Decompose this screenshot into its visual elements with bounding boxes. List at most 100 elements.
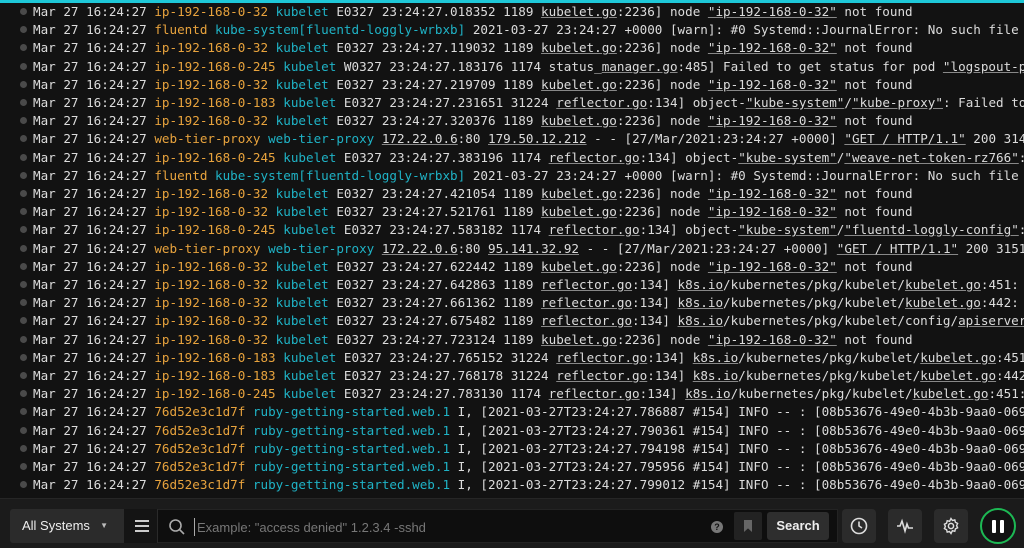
log-message-link[interactable]: "ip-192-168-0-32" bbox=[708, 332, 837, 347]
log-program[interactable]: kubelet bbox=[276, 4, 329, 19]
menu-button[interactable] bbox=[124, 509, 158, 543]
log-host[interactable]: ip-192-168-0-32 bbox=[154, 77, 268, 92]
log-row[interactable]: Mar 27 16:24:27 ip-192-168-0-245 kubelet… bbox=[0, 58, 1024, 76]
log-message-link[interactable]: k8s.io bbox=[678, 277, 724, 292]
log-row[interactable]: Mar 27 16:24:27 ip-192-168-0-32 kubelet … bbox=[0, 76, 1024, 94]
pause-button[interactable] bbox=[980, 508, 1016, 544]
log-program[interactable]: kubelet bbox=[276, 113, 329, 128]
row-dot-icon[interactable] bbox=[20, 26, 27, 34]
log-message-link[interactable]: "ip-192-168-0-32" bbox=[708, 186, 837, 201]
log-message-link[interactable]: k8s.io bbox=[685, 386, 731, 401]
system-select[interactable]: All Systems ▼ bbox=[10, 509, 124, 543]
log-row[interactable]: Mar 27 16:24:27 ip-192-168-0-245 kubelet… bbox=[0, 221, 1024, 239]
log-host[interactable]: ip-192-168-0-183 bbox=[154, 368, 275, 383]
row-dot-icon[interactable] bbox=[20, 444, 27, 452]
log-message-link[interactable]: "GET / HTTP/1.1" bbox=[844, 131, 965, 146]
log-program[interactable]: kubelet bbox=[276, 277, 329, 292]
log-message-link[interactable]: k8s.io bbox=[693, 368, 739, 383]
log-program[interactable]: kubelet bbox=[276, 313, 329, 328]
row-dot-icon[interactable] bbox=[20, 44, 27, 52]
log-row[interactable]: Mar 27 16:24:27 ip-192-168-0-32 kubelet … bbox=[0, 276, 1024, 294]
log-host[interactable]: ip-192-168-0-32 bbox=[154, 4, 268, 19]
log-row[interactable]: Mar 27 16:24:27 web-tier-proxy web-tier-… bbox=[0, 130, 1024, 148]
log-message-link[interactable]: kubelet.go bbox=[905, 277, 981, 292]
log-row[interactable]: Mar 27 16:24:27 76d52e3c1d7f ruby-gettin… bbox=[0, 476, 1024, 494]
log-program[interactable]: kubelet bbox=[283, 222, 336, 237]
log-message-link[interactable]: reflector.go bbox=[541, 277, 632, 292]
bookmark-icon[interactable] bbox=[734, 512, 762, 540]
row-dot-icon[interactable] bbox=[20, 463, 27, 470]
log-host[interactable]: fluentd bbox=[154, 168, 207, 183]
log-program[interactable]: kubelet bbox=[276, 295, 329, 310]
log-row[interactable]: Mar 27 16:24:27 ip-192-168-0-183 kubelet… bbox=[0, 367, 1024, 385]
log-message-link[interactable]: reflector.go bbox=[556, 368, 647, 383]
log-message-link[interactable]: "ip-192-168-0-32" bbox=[708, 77, 837, 92]
log-message-link[interactable]: kubelet.go bbox=[541, 113, 617, 128]
row-dot-icon[interactable] bbox=[20, 208, 27, 216]
log-row[interactable]: Mar 27 16:24:27 fluentd kube-system[flue… bbox=[0, 21, 1024, 39]
log-host[interactable]: ip-192-168-0-245 bbox=[154, 59, 275, 74]
log-row[interactable]: Mar 27 16:24:27 ip-192-168-0-32 kubelet … bbox=[0, 294, 1024, 312]
log-host[interactable]: 76d52e3c1d7f bbox=[154, 404, 245, 419]
log-host[interactable]: ip-192-168-0-32 bbox=[154, 313, 268, 328]
log-program[interactable]: kubelet bbox=[283, 59, 336, 74]
log-message-link[interactable]: kubelet.go bbox=[541, 259, 617, 274]
log-message-link[interactable]: "ip-192-168-0-32" bbox=[708, 204, 837, 219]
log-row[interactable]: Mar 27 16:24:27 ip-192-168-0-32 kubelet … bbox=[0, 331, 1024, 349]
log-message-link[interactable]: reflector.go bbox=[556, 95, 647, 110]
log-program[interactable]: kubelet bbox=[283, 150, 336, 165]
log-host[interactable]: ip-192-168-0-32 bbox=[154, 204, 268, 219]
log-row[interactable]: Mar 27 16:24:27 ip-192-168-0-32 kubelet … bbox=[0, 185, 1024, 203]
log-host[interactable]: ip-192-168-0-183 bbox=[154, 350, 275, 365]
log-message-link[interactable]: "kube-system" bbox=[738, 150, 837, 165]
log-message-link[interactable]: kubelet.go bbox=[541, 77, 617, 92]
log-program[interactable]: kubelet bbox=[276, 186, 329, 201]
log-row[interactable]: Mar 27 16:24:27 76d52e3c1d7f ruby-gettin… bbox=[0, 422, 1024, 440]
log-host[interactable]: fluentd bbox=[154, 22, 207, 37]
row-dot-icon[interactable] bbox=[20, 226, 27, 234]
log-message-link[interactable]: "ip-192-168-0-32" bbox=[708, 4, 837, 19]
log-message-link[interactable]: kubelet.go bbox=[541, 186, 617, 201]
log-row[interactable]: Mar 27 16:24:27 ip-192-168-0-32 kubelet … bbox=[0, 39, 1024, 57]
log-program[interactable]: kubelet bbox=[276, 332, 329, 347]
log-message-link[interactable]: "logspout-papert… bbox=[943, 59, 1024, 74]
log-row[interactable]: Mar 27 16:24:27 76d52e3c1d7f ruby-gettin… bbox=[0, 458, 1024, 476]
log-program[interactable]: ruby-getting-started.web.1 bbox=[253, 441, 450, 456]
log-row[interactable]: Mar 27 16:24:27 ip-192-168-0-32 kubelet … bbox=[0, 258, 1024, 276]
log-message-link[interactable]: apiserver.go bbox=[958, 313, 1024, 328]
log-program[interactable]: web-tier-proxy bbox=[268, 241, 374, 256]
log-message-link[interactable]: "ip-192-168-0-32" bbox=[708, 40, 837, 55]
log-message-link[interactable]: "kube-system" bbox=[746, 95, 845, 110]
log-host[interactable]: web-tier-proxy bbox=[154, 241, 260, 256]
log-message-link[interactable]: reflector.go bbox=[541, 313, 632, 328]
log-message-link[interactable]: reflector.go bbox=[556, 350, 647, 365]
log-message-link[interactable]: reflector.go bbox=[549, 386, 640, 401]
log-program[interactable]: ruby-getting-started.web.1 bbox=[253, 404, 450, 419]
log-message-link[interactable]: kubelet.go bbox=[913, 386, 989, 401]
log-stream[interactable]: Mar 27 16:24:27 ip-192-168-0-32 kubelet … bbox=[0, 3, 1024, 498]
log-message-link[interactable]: 172.22.0.6 bbox=[382, 241, 458, 256]
row-dot-icon[interactable] bbox=[20, 171, 27, 179]
log-host[interactable]: ip-192-168-0-32 bbox=[154, 277, 268, 292]
log-row[interactable]: Mar 27 16:24:27 76d52e3c1d7f ruby-gettin… bbox=[0, 403, 1024, 421]
log-host[interactable]: ip-192-168-0-245 bbox=[154, 222, 275, 237]
log-message-link[interactable]: "GET / HTTP/1.1" bbox=[837, 241, 958, 256]
log-program[interactable]: kubelet bbox=[276, 40, 329, 55]
log-message-link[interactable]: reflector.go bbox=[549, 150, 640, 165]
log-row[interactable]: Mar 27 16:24:27 76d52e3c1d7f ruby-gettin… bbox=[0, 440, 1024, 458]
log-message-link[interactable]: "fluentd-loggly-config" bbox=[844, 222, 1018, 237]
log-host[interactable]: 76d52e3c1d7f bbox=[154, 441, 245, 456]
log-program[interactable]: web-tier-proxy bbox=[268, 131, 374, 146]
row-dot-icon[interactable] bbox=[20, 99, 27, 106]
row-dot-icon[interactable] bbox=[20, 426, 27, 434]
log-row[interactable]: Mar 27 16:24:27 web-tier-proxy web-tier-… bbox=[0, 240, 1024, 258]
log-program[interactable]: kubelet bbox=[283, 386, 336, 401]
log-program[interactable]: kubelet bbox=[283, 368, 336, 383]
log-message-link[interactable]: 172.22.0.6 bbox=[382, 131, 458, 146]
log-message-link[interactable]: "weave-net-token-rz766" bbox=[844, 150, 1018, 165]
row-dot-icon[interactable] bbox=[20, 481, 27, 489]
log-host[interactable]: ip-192-168-0-32 bbox=[154, 295, 268, 310]
row-dot-icon[interactable] bbox=[20, 408, 27, 416]
log-program[interactable]: ruby-getting-started.web.1 bbox=[253, 459, 450, 474]
log-row[interactable]: Mar 27 16:24:27 ip-192-168-0-32 kubelet … bbox=[0, 112, 1024, 130]
